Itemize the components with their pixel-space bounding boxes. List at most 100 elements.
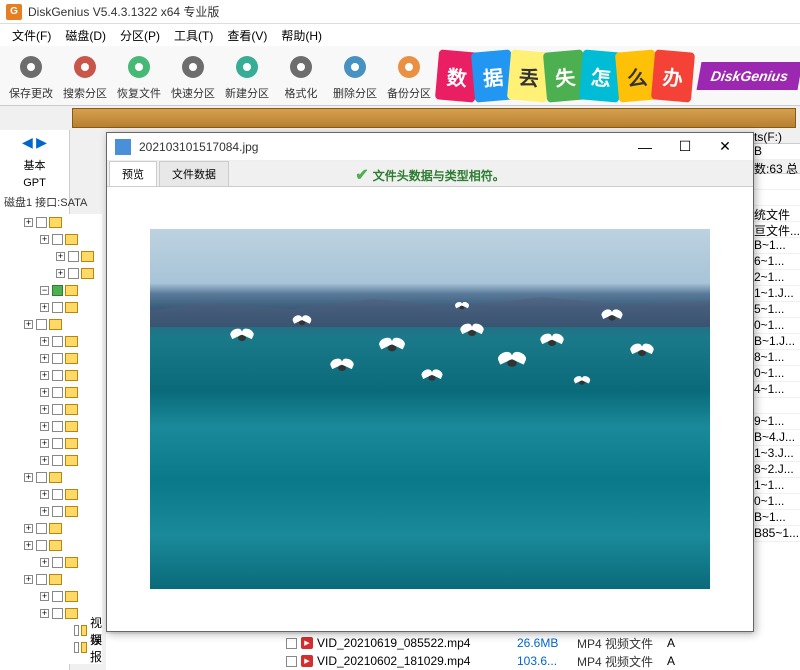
tree-item[interactable]: +	[4, 520, 102, 537]
tree-item[interactable]: +	[4, 605, 102, 622]
close-button[interactable]: ✕	[705, 133, 745, 161]
right-strip-row[interactable]: 5~1...	[752, 302, 800, 318]
right-strip-row[interactable]: 1~3.J...	[752, 446, 800, 462]
maximize-button[interactable]: ☐	[665, 133, 705, 161]
nav-right-icon[interactable]: ▶	[36, 134, 47, 150]
tree-item[interactable]: +	[4, 554, 102, 571]
tree-item[interactable]: +	[4, 316, 102, 333]
tree-checkbox[interactable]	[52, 608, 63, 619]
tab-file-data[interactable]: 文件数据	[159, 161, 229, 186]
right-strip-row[interactable]: B~1...	[752, 510, 800, 526]
tree-checkbox[interactable]	[68, 251, 79, 262]
tool-格式化[interactable]: 格式化	[274, 48, 328, 104]
right-strip-row[interactable]: 1~1.J...	[752, 286, 800, 302]
tree-item[interactable]: +	[4, 367, 102, 384]
tool-搜索分区[interactable]: 搜索分区	[58, 48, 112, 104]
file-checkbox[interactable]	[286, 656, 297, 667]
tree-checkbox[interactable]	[36, 472, 47, 483]
expand-icon[interactable]: +	[40, 609, 49, 618]
menu-item-5[interactable]: 帮助(H)	[275, 25, 328, 46]
expand-icon[interactable]: +	[24, 524, 33, 533]
right-strip-row[interactable]: 8~1...	[752, 350, 800, 366]
disk-map-bar[interactable]	[72, 108, 796, 128]
menu-item-1[interactable]: 磁盘(D)	[59, 25, 112, 46]
tool-备份分区[interactable]: 备份分区	[382, 48, 436, 104]
tool-新建分区[interactable]: 新建分区	[220, 48, 274, 104]
right-strip-row[interactable]: 4~1...	[752, 382, 800, 398]
right-strip-row[interactable]	[752, 174, 800, 190]
expand-icon[interactable]: +	[40, 354, 49, 363]
tree-item[interactable]: +	[4, 299, 102, 316]
tree-checkbox[interactable]	[52, 506, 63, 517]
menu-item-0[interactable]: 文件(F)	[6, 25, 57, 46]
tree-item[interactable]: +	[4, 214, 102, 231]
expand-icon[interactable]: +	[40, 439, 49, 448]
tree-checkbox[interactable]	[68, 268, 79, 279]
minimize-button[interactable]: —	[625, 133, 665, 161]
tree-checkbox[interactable]	[52, 302, 63, 313]
tab-preview[interactable]: 预览	[109, 161, 157, 186]
tree-checkbox[interactable]	[52, 353, 63, 364]
tree-checkbox[interactable]	[52, 234, 63, 245]
tree-checkbox[interactable]	[52, 455, 63, 466]
tree-checkbox[interactable]	[52, 557, 63, 568]
right-strip-row[interactable]: B85~1...	[752, 526, 800, 542]
tree-item[interactable]: +	[4, 537, 102, 554]
tree-checkbox[interactable]	[74, 625, 79, 636]
tool-恢复文件[interactable]: 恢复文件	[112, 48, 166, 104]
menu-item-2[interactable]: 分区(P)	[114, 25, 166, 46]
expand-icon[interactable]: +	[40, 507, 49, 516]
tree-checkbox[interactable]	[52, 387, 63, 398]
tree-checkbox[interactable]	[52, 489, 63, 500]
expand-icon[interactable]: +	[40, 303, 49, 312]
expand-icon[interactable]: +	[40, 592, 49, 601]
tree-item[interactable]: +	[4, 452, 102, 469]
file-checkbox[interactable]	[286, 638, 297, 649]
menu-item-4[interactable]: 查看(V)	[221, 25, 273, 46]
expand-icon[interactable]: +	[24, 575, 33, 584]
expand-icon[interactable]: +	[24, 320, 33, 329]
expand-icon[interactable]: +	[24, 218, 33, 227]
tree-item[interactable]: +	[4, 231, 102, 248]
right-strip-row[interactable]: 0~1...	[752, 494, 800, 510]
tree-item[interactable]: +	[4, 418, 102, 435]
file-row[interactable]: ▶VID_20210602_181029.mp4103.6...MP4 视频文件…	[106, 652, 754, 670]
tree-checkbox[interactable]	[52, 336, 63, 347]
tree-item[interactable]: +	[4, 248, 102, 265]
tree-item[interactable]: +	[4, 503, 102, 520]
tree-checkbox[interactable]	[52, 285, 63, 296]
right-strip-row[interactable]: 2~1...	[752, 270, 800, 286]
right-strip-row[interactable]: 0~1...	[752, 366, 800, 382]
tree-checkbox[interactable]	[52, 370, 63, 381]
expand-icon[interactable]: +	[40, 235, 49, 244]
tree-item[interactable]: +	[4, 384, 102, 401]
expand-icon[interactable]: +	[40, 405, 49, 414]
right-strip-row[interactable]: 1~1...	[752, 478, 800, 494]
right-strip-row[interactable]: 亘文件...	[752, 222, 800, 238]
tree-item[interactable]: +	[4, 588, 102, 605]
nav-left-icon[interactable]: ◀	[22, 134, 33, 150]
expand-icon[interactable]: +	[56, 252, 65, 261]
tree-item[interactable]: +	[4, 486, 102, 503]
tree-checkbox[interactable]	[52, 404, 63, 415]
right-strip-row[interactable]: 0~1...	[752, 318, 800, 334]
tree-checkbox[interactable]	[52, 421, 63, 432]
right-strip-row[interactable]: B~1...	[752, 238, 800, 254]
right-strip-row[interactable]: 9~1...	[752, 414, 800, 430]
tree-item[interactable]: +	[4, 469, 102, 486]
expand-icon[interactable]: −	[40, 286, 49, 295]
expand-icon[interactable]: +	[40, 422, 49, 431]
tool-快速分区[interactable]: 快速分区	[166, 48, 220, 104]
tree-item[interactable]: +	[4, 401, 102, 418]
expand-icon[interactable]: +	[40, 371, 49, 380]
folder-tree[interactable]: ++++−+++++++++++++++++++视频误报	[4, 214, 102, 664]
expand-icon[interactable]: +	[40, 456, 49, 465]
right-strip-row[interactable]: B~4.J...	[752, 430, 800, 446]
tree-checkbox[interactable]	[36, 217, 47, 228]
right-strip-row[interactable]	[752, 398, 800, 414]
tree-item-labeled[interactable]: 视频	[4, 622, 102, 639]
file-row[interactable]: ▶VID_20210619_085522.mp426.6MBMP4 视频文件A	[106, 634, 754, 652]
tree-checkbox[interactable]	[52, 591, 63, 602]
tree-checkbox[interactable]	[36, 574, 47, 585]
tree-checkbox[interactable]	[52, 438, 63, 449]
